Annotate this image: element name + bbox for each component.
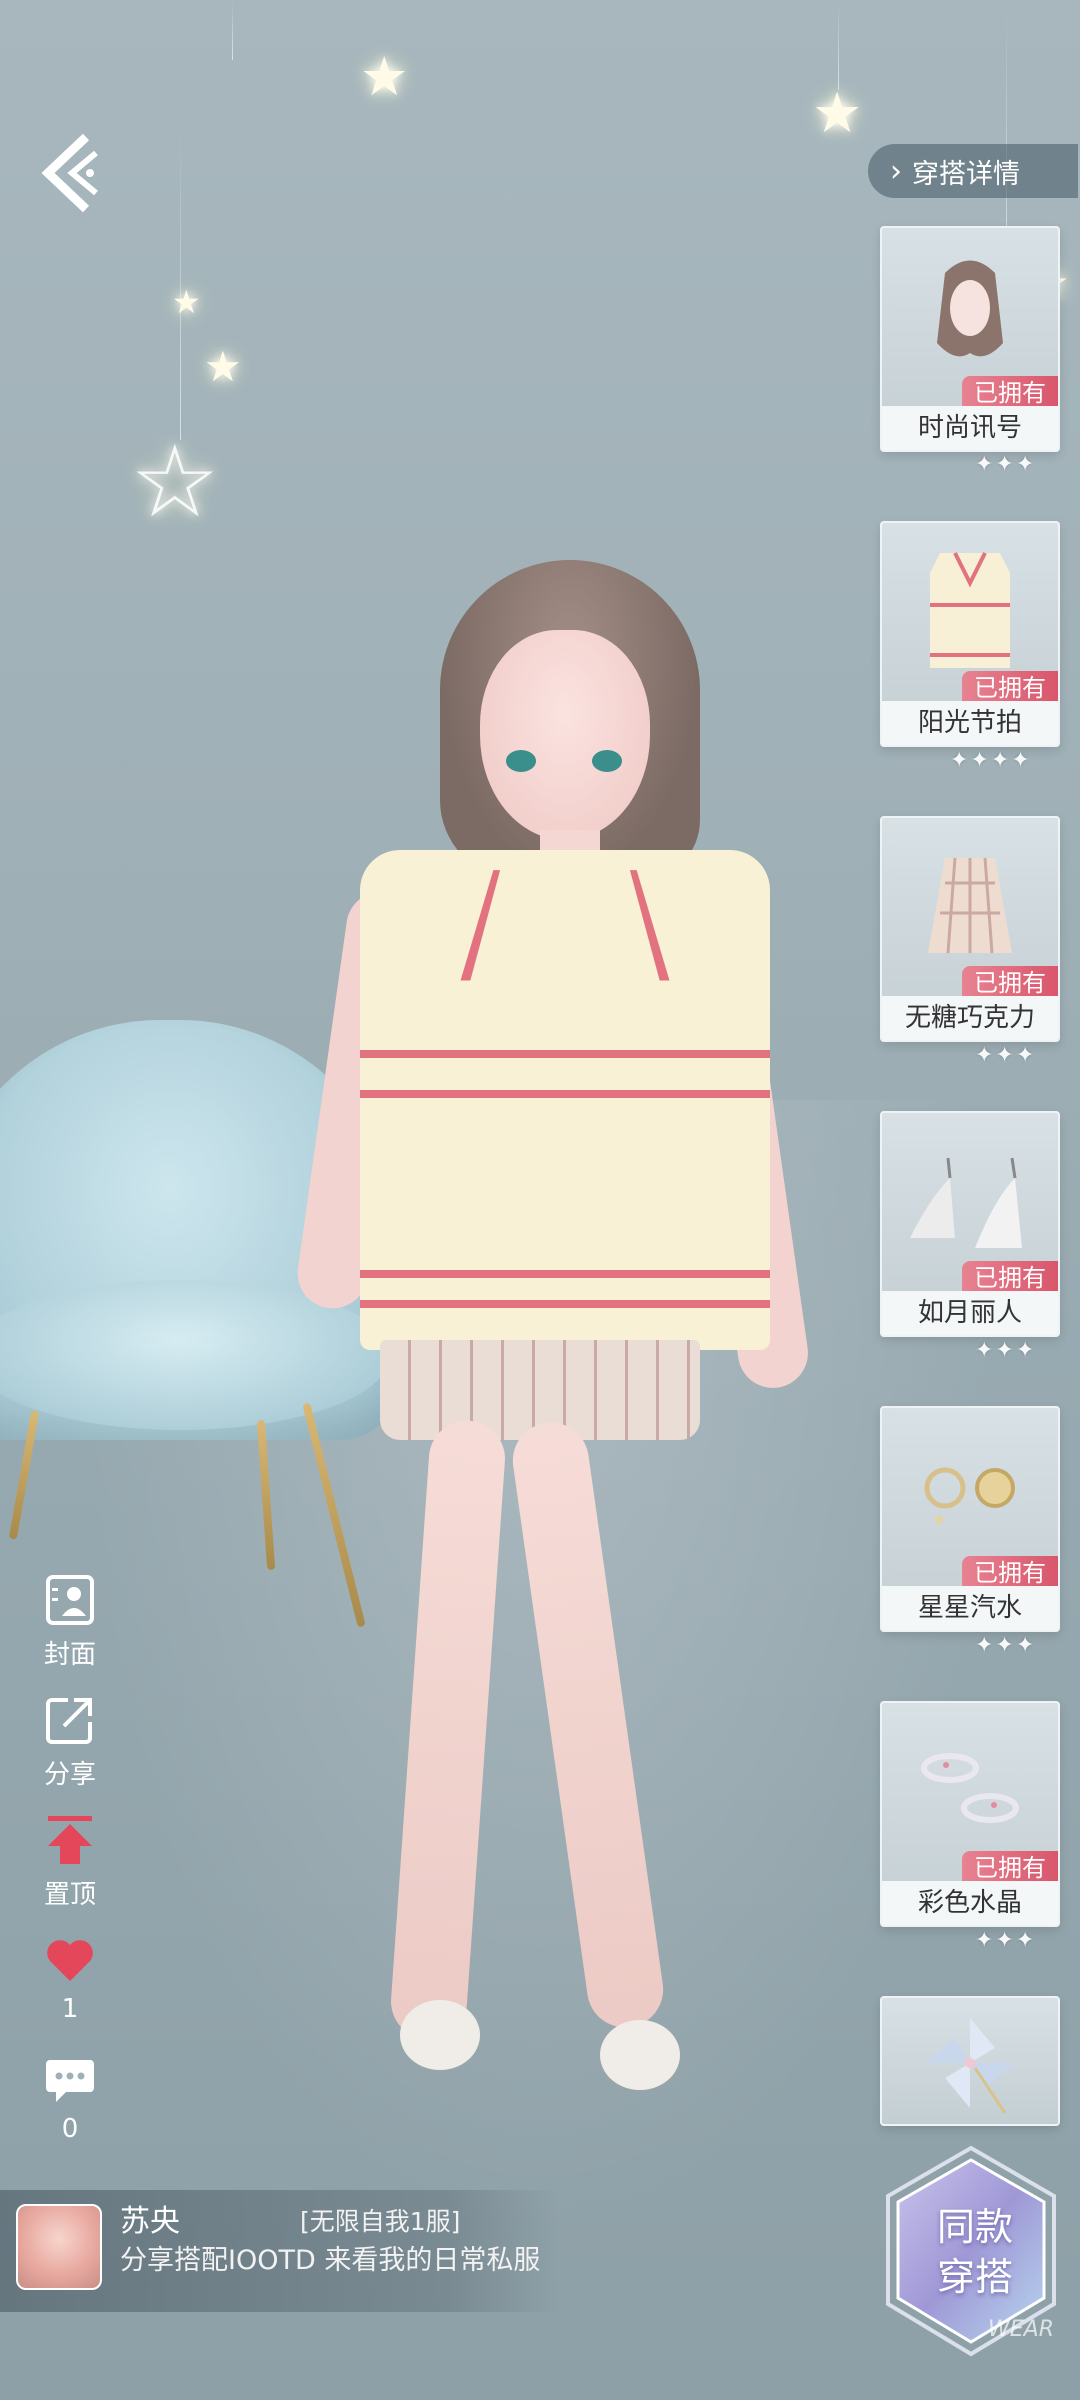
pin-top-button[interactable]: 置顶 bbox=[28, 1812, 112, 1911]
like-button[interactable]: 1 bbox=[28, 1932, 112, 2024]
star-ornament-icon: ★ bbox=[172, 283, 201, 321]
like-count: 1 bbox=[61, 1994, 79, 2024]
item-rating: ✦✦✦ bbox=[975, 1633, 1037, 1658]
star-ornament-icon: ☆ bbox=[130, 423, 220, 540]
pin-top-arrow-icon bbox=[28, 1812, 112, 1868]
item-name: 时尚讯号 bbox=[882, 406, 1058, 450]
character-eye bbox=[592, 750, 622, 772]
comment-button[interactable]: 0 bbox=[28, 2052, 112, 2144]
hair-icon bbox=[882, 228, 1058, 398]
heart-icon bbox=[28, 1932, 112, 1988]
owned-badge: 已拥有 bbox=[962, 1556, 1058, 1590]
pinwheel-icon bbox=[882, 1998, 1058, 2124]
character-leg bbox=[507, 1417, 669, 2033]
star-ornament-icon: ★ bbox=[812, 81, 863, 146]
sweater-stripe bbox=[360, 1270, 770, 1278]
share-label: 分享 bbox=[43, 1760, 96, 1790]
item-card[interactable]: 已拥有 阳光节拍 bbox=[880, 521, 1060, 747]
character-eye bbox=[506, 750, 536, 772]
comment-count: 0 bbox=[61, 2114, 79, 2144]
item-card[interactable]: 已拥有 彩色水晶 bbox=[880, 1701, 1060, 1927]
back-chevron-icon bbox=[41, 133, 98, 213]
svg-text:★: ★ bbox=[932, 1510, 946, 1529]
share-button[interactable]: 分享 bbox=[28, 1692, 112, 1791]
sweater-stripe bbox=[360, 1300, 770, 1308]
item-card[interactable]: 已拥有 如月丽人 bbox=[880, 1111, 1060, 1337]
item-name: 彩色水晶 bbox=[882, 1881, 1058, 1925]
bracelet-icon bbox=[882, 1703, 1058, 1873]
item-card[interactable] bbox=[880, 1996, 1060, 2126]
owned-badge: 已拥有 bbox=[962, 1261, 1058, 1295]
pin-top-label: 置顶 bbox=[43, 1880, 96, 1910]
star-string bbox=[180, 120, 181, 440]
character-shoe bbox=[400, 2000, 480, 2070]
same-outfit-button[interactable]: WEAR 同款 穿搭 bbox=[876, 2140, 1066, 2370]
owned-badge: 已拥有 bbox=[962, 376, 1058, 410]
star-ornament-icon: ★ bbox=[204, 342, 242, 391]
username[interactable]: 苏央 bbox=[120, 2196, 180, 2240]
item-rating: ✦✦✦✦ bbox=[950, 748, 1032, 773]
character-sweater-vest bbox=[360, 850, 770, 1350]
sweater-vest-icon bbox=[882, 523, 1058, 693]
share-icon bbox=[28, 1692, 112, 1748]
chevron-right-icon: › bbox=[890, 153, 902, 189]
outfit-detail-button[interactable]: › 穿搭详情 bbox=[868, 144, 1078, 198]
item-name: 阳光节拍 bbox=[882, 701, 1058, 745]
item-rating: ✦✦✦ bbox=[975, 1928, 1037, 1953]
comment-bubble-icon bbox=[28, 2052, 112, 2108]
back-button[interactable] bbox=[34, 128, 104, 218]
item-rating: ✦✦✦ bbox=[975, 1043, 1037, 1068]
post-description: 分享搭配IOOTD 来看我的日常私服 bbox=[120, 2245, 541, 2276]
star-string bbox=[838, 0, 839, 90]
skirt-icon bbox=[882, 818, 1058, 988]
svg-text:WEAR: WEAR bbox=[988, 2317, 1054, 2342]
cover-icon bbox=[28, 1572, 112, 1628]
character-leg bbox=[388, 1418, 508, 2042]
sweater-stripe bbox=[360, 1090, 770, 1098]
character-shoe bbox=[600, 2020, 680, 2090]
item-name: 星星汽水 bbox=[882, 1586, 1058, 1630]
star-ornament-icon: ★ bbox=[360, 45, 409, 108]
item-name: 如月丽人 bbox=[882, 1291, 1058, 1335]
user-avatar[interactable] bbox=[16, 2204, 102, 2290]
vneck-trim bbox=[460, 870, 670, 981]
cover-label: 封面 bbox=[43, 1640, 96, 1670]
avatar-character bbox=[293, 560, 820, 2160]
item-card[interactable]: ★ 已拥有 星星汽水 bbox=[880, 1406, 1060, 1632]
cover-button[interactable]: 封面 bbox=[28, 1572, 112, 1671]
heels-icon bbox=[882, 1113, 1058, 1283]
item-card[interactable]: 已拥有 时尚讯号 bbox=[880, 226, 1060, 452]
item-name: 无糖巧克力 bbox=[882, 996, 1058, 1040]
sweater-stripe bbox=[360, 1050, 770, 1058]
owned-badge: 已拥有 bbox=[962, 1851, 1058, 1885]
star-string bbox=[232, 0, 233, 60]
item-rating: ✦✦✦ bbox=[975, 452, 1037, 477]
owned-badge: 已拥有 bbox=[962, 966, 1058, 1000]
character-face bbox=[480, 630, 650, 840]
same-outfit-label: 同款 穿搭 bbox=[936, 2205, 1013, 2299]
outfit-detail-label: 穿搭详情 bbox=[912, 158, 1020, 190]
earrings-icon: ★ bbox=[882, 1408, 1058, 1578]
item-card[interactable]: 已拥有 无糖巧克力 bbox=[880, 816, 1060, 1042]
server-tag: [无限自我1服] bbox=[300, 2207, 461, 2236]
item-rating: ✦✦✦ bbox=[975, 1338, 1037, 1363]
owned-badge: 已拥有 bbox=[962, 671, 1058, 705]
